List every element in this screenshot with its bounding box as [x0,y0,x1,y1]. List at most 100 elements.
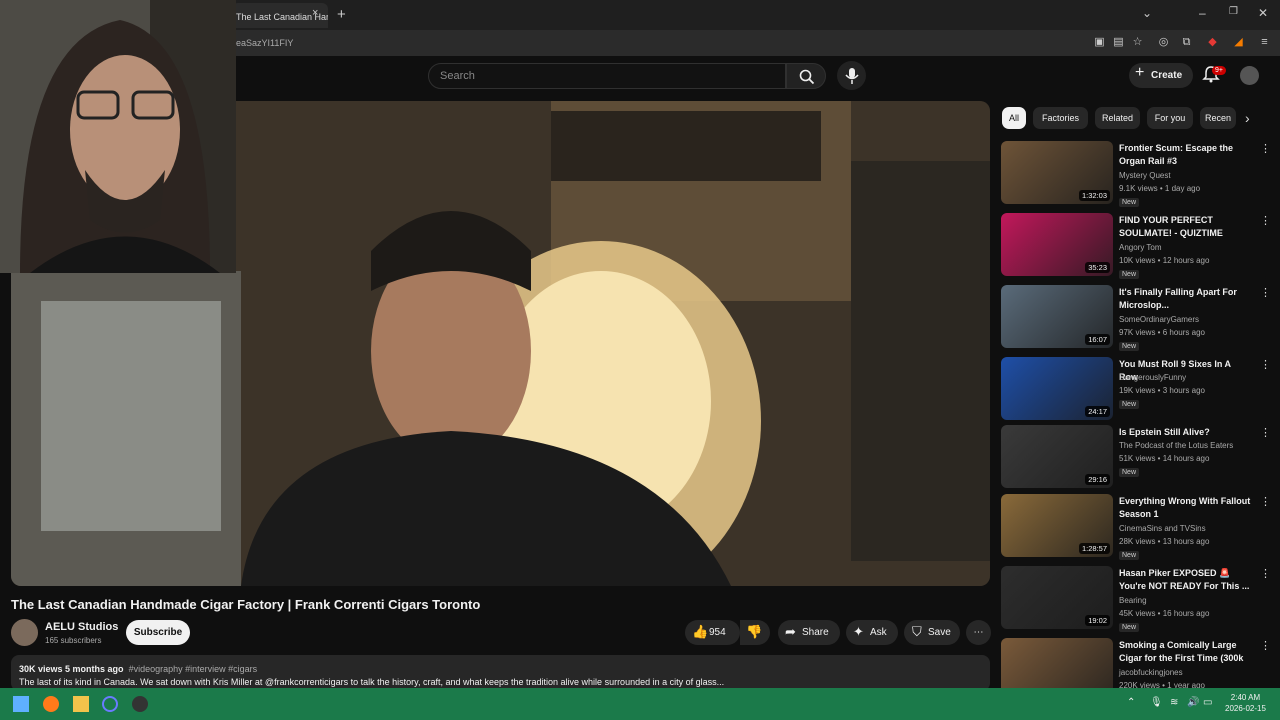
recommendation-title[interactable]: Is Epstein Still Alive? [1119,426,1251,439]
obs-icon[interactable] [132,696,148,712]
recommendation-title[interactable]: Smoking a Comically Large Cigar for the … [1119,639,1251,666]
channel-avatar[interactable] [11,619,38,646]
recommendation-item[interactable]: 16:07 It's Finally Falling Apart For Micr… [1001,285,1271,351]
recommendation-title[interactable]: Everything Wrong With Fallout Season 1 [1119,495,1251,521]
more-options-icon[interactable]: ⋮ [1260,426,1271,439]
recommendation-channel[interactable]: Mystery Quest [1119,171,1171,180]
video-title: The Last Canadian Handmade Cigar Factory… [11,597,481,612]
recommendation-channel[interactable]: Bearing [1119,596,1147,605]
search-input[interactable]: Search [428,63,786,89]
channel-name[interactable]: AELU Studios [45,621,118,633]
more-actions-button[interactable]: ⋯ [966,620,991,645]
extension-icon[interactable]: ◢ [1232,36,1245,49]
more-options-icon[interactable]: ⋮ [1260,495,1271,508]
recommendation-meta: 51K views • 14 hours ago [1119,454,1210,463]
file-explorer-icon[interactable] [73,696,89,712]
duration-badge: 24:17 [1085,406,1110,417]
reader-view-icon[interactable]: ▤ [1112,36,1125,49]
recommendation-meta: 19K views • 3 hours ago [1119,386,1205,395]
recommendation-title[interactable]: Hasan Piker EXPOSED 🚨 You're NOT READY F… [1119,567,1251,593]
share-icon: ➦ [785,624,796,639]
chevron-right-icon[interactable]: › [1245,110,1250,126]
microphone-icon [845,68,859,84]
url-text: eaSazYI11FIY [236,38,294,48]
bookmark-star-icon[interactable]: ☆ [1131,36,1144,49]
new-badge: New [1119,198,1140,207]
recommendation-item[interactable]: 35:23 FIND YOUR PERFECT SOULMATE! - QUIZT… [1001,213,1271,279]
video-thumbnail[interactable]: 1:28:57 [1001,494,1113,557]
sparkle-icon: ✦ [853,624,864,639]
recommendation-item[interactable]: 1:32:03 Frontier Scum: Escape the Organ R… [1001,141,1271,207]
time: 2:40 AM [1230,693,1261,702]
recommendation-channel[interactable]: CinemaSins and TVSins [1119,524,1206,533]
video-meta: 30K views 5 months ago #videography #int… [19,664,257,674]
webcam-overlay [0,0,236,273]
firefox-icon[interactable] [43,696,59,712]
thumbs-down-icon: 👎 [746,624,763,639]
extensions-icon[interactable]: ⧉ [1180,36,1193,49]
recommendation-item[interactable]: 19:02 Hasan Piker EXPOSED 🚨 You're NOT RE… [1001,566,1271,632]
share-label: Share [802,627,829,638]
more-options-icon[interactable]: ⋮ [1260,639,1271,652]
tab-list-chevron-icon[interactable]: ⌄ [1142,6,1152,20]
duration-badge: 1:32:03 [1078,190,1110,201]
recommendation-meta: 28K views • 13 hours ago [1119,537,1210,546]
more-options-icon[interactable]: ⋮ [1260,286,1271,299]
recommendation-channel[interactable]: The Podcast of the Lotus Eaters [1119,441,1233,450]
video-thumbnail[interactable]: 24:17 [1001,357,1113,420]
new-tab-button[interactable]: + [337,6,346,23]
more-options-icon[interactable]: ⋮ [1260,358,1271,371]
picture-in-picture-icon[interactable]: ▣ [1093,36,1106,49]
recommendation-item[interactable]: 29:16 Is Epstein Still Alive? The Podcast … [1001,425,1271,489]
hashtags[interactable]: #videography #interview #cigars [129,664,258,674]
search-button[interactable] [786,63,826,89]
wifi-icon[interactable]: ≋ [1170,697,1178,708]
duration-badge: 29:16 [1085,474,1110,485]
account-icon[interactable]: ◎ [1157,36,1170,49]
maximize-button[interactable]: ❐ [1229,6,1238,17]
video-thumbnail[interactable]: 29:16 [1001,425,1113,488]
description-text: The last of its kind in Canada. We sat d… [19,677,725,687]
chip-recent[interactable]: Recen [1200,107,1236,129]
recommendation-channel[interactable]: DangerouslyFunny [1119,373,1186,382]
minimize-button[interactable]: – [1199,6,1206,20]
microphone-tray-icon[interactable]: 🎙 [1150,697,1163,708]
voice-search-button[interactable] [837,61,866,90]
more-options-icon[interactable]: ⋮ [1260,567,1271,580]
recommendation-item[interactable]: 24:17 You Must Roll 9 Sixes In A Row Dange… [1001,357,1271,421]
recommendation-channel[interactable]: jacobfuckingjones [1119,668,1183,677]
windows-start-icon[interactable] [13,696,29,712]
close-tab-icon[interactable]: × [312,7,318,19]
notification-badge: 9+ [1212,66,1226,75]
duration-badge: 35:23 [1085,262,1110,273]
duration-badge: 19:02 [1085,615,1110,626]
more-options-icon[interactable]: ⋮ [1260,142,1271,155]
chip-factories[interactable]: Factories [1033,107,1088,129]
subscribe-button[interactable]: Subscribe [126,620,190,645]
chip-related[interactable]: Related [1095,107,1140,129]
close-window-button[interactable]: ✕ [1258,6,1268,20]
app-icon[interactable] [102,696,118,712]
recommendation-channel[interactable]: SomeOrdinaryGamers [1119,315,1199,324]
chevron-up-icon[interactable]: ⌃ [1127,697,1135,708]
recommendation-title[interactable]: Frontier Scum: Escape the Organ Rail #3 [1119,142,1251,168]
windows-taskbar [0,688,1280,720]
recommendation-item[interactable]: 1:28:57 Everything Wrong With Fallout Sea… [1001,494,1271,560]
user-avatar[interactable] [1240,66,1259,85]
speaker-icon[interactable]: 🔊 [1187,697,1199,708]
battery-icon[interactable]: ▭ [1203,697,1212,708]
video-thumbnail[interactable]: 16:07 [1001,285,1113,348]
video-thumbnail[interactable]: 1:32:03 [1001,141,1113,204]
chip-for-you[interactable]: For you [1147,107,1193,129]
clock[interactable]: 2:40 AM 2026-02-15 [1225,692,1266,714]
more-options-icon[interactable]: ⋮ [1260,214,1271,227]
video-thumbnail[interactable]: 19:02 [1001,566,1113,629]
video-thumbnail[interactable]: 35:23 [1001,213,1113,276]
recommendation-channel[interactable]: Angory Tom [1119,243,1162,252]
save-label: Save [928,627,951,638]
menu-icon[interactable]: ≡ [1258,36,1271,49]
chip-all[interactable]: All [1002,107,1026,129]
ublock-icon[interactable]: ◆ [1206,36,1219,49]
recommendation-title[interactable]: It's Finally Falling Apart For Microslop… [1119,286,1251,312]
recommendation-title[interactable]: FIND YOUR PERFECT SOULMATE! - QUIZTIME [1119,214,1251,240]
